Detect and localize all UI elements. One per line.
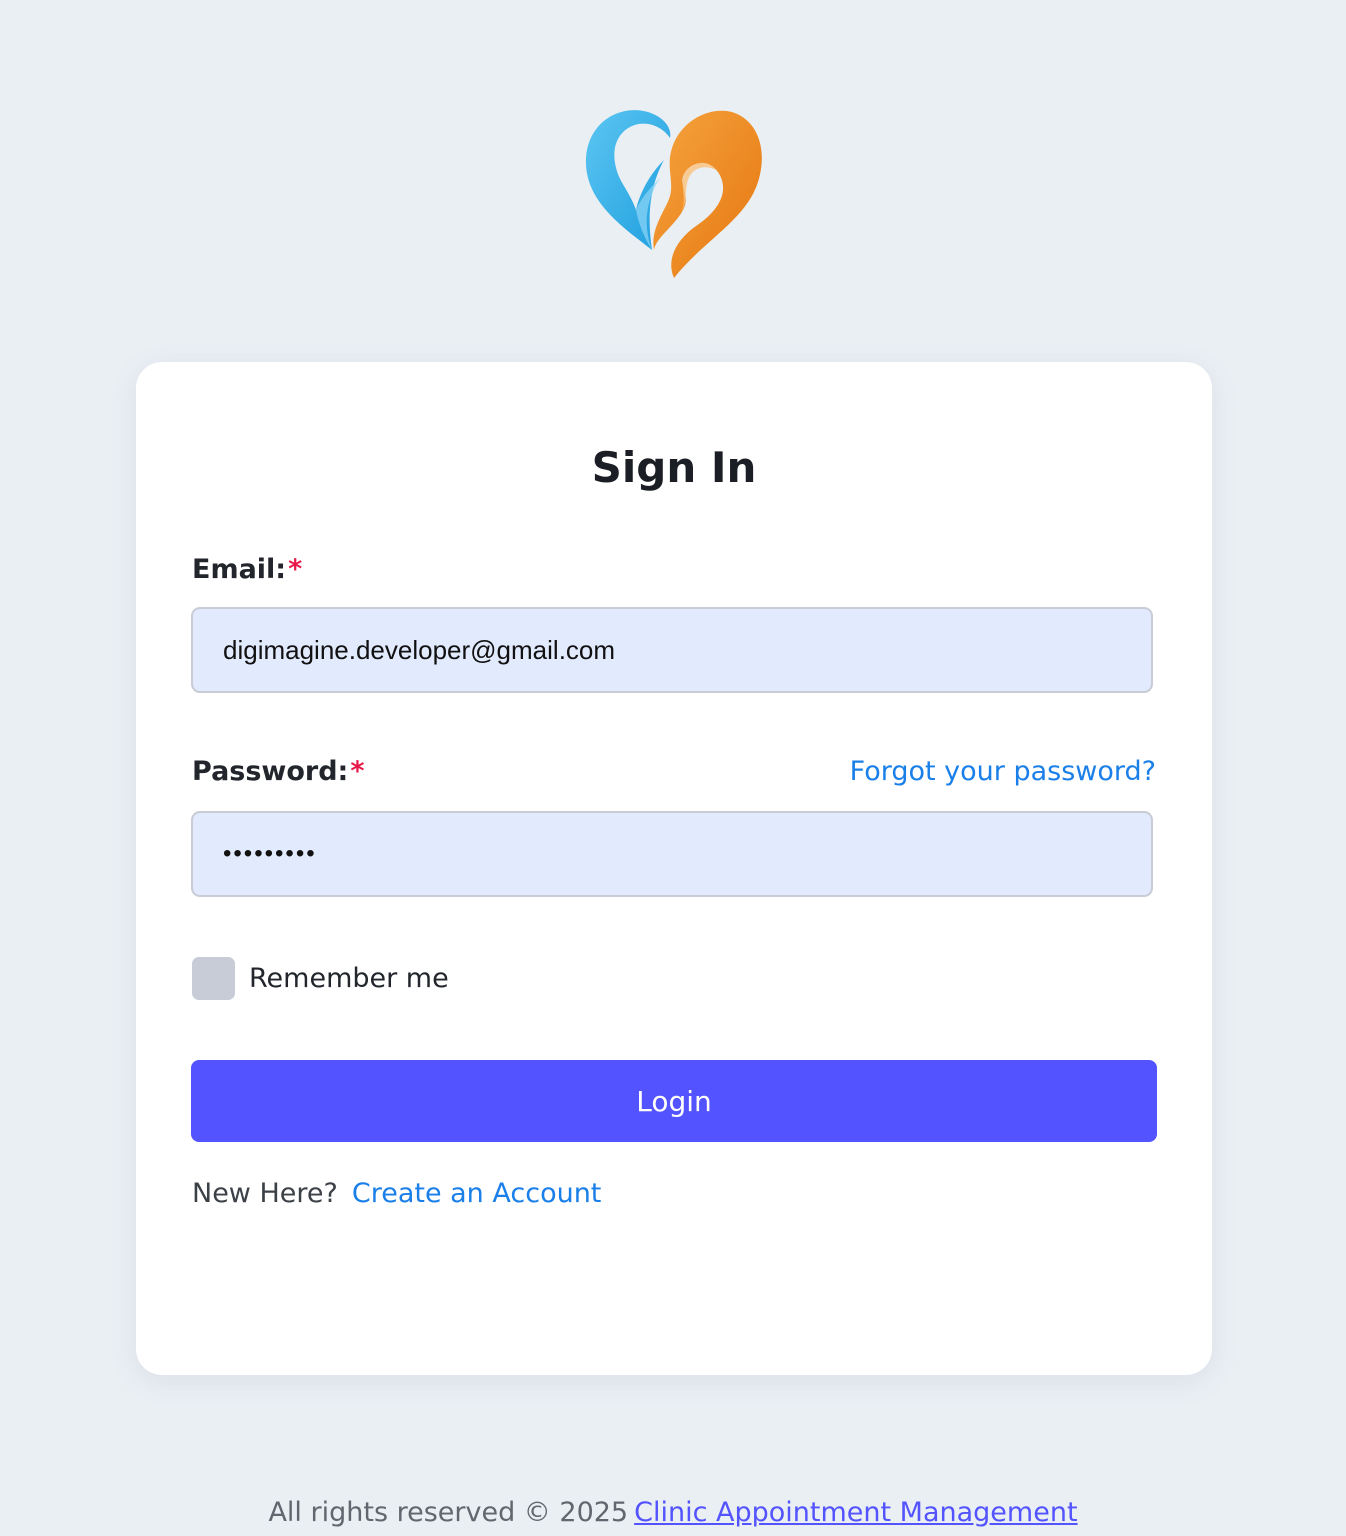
email-label-text: Email: (192, 554, 287, 585)
email-label: Email:* (192, 552, 302, 588)
brand-link[interactable]: Clinic Appointment Management (634, 1497, 1077, 1528)
sign-in-card: Sign In Email:* Password:* Forgot your p… (136, 362, 1212, 1375)
password-label-text: Password: (192, 756, 349, 787)
new-here-text: New Here? (192, 1178, 338, 1209)
login-button[interactable]: Login (191, 1060, 1157, 1142)
page-title: Sign In (591, 443, 757, 492)
forgot-password-link[interactable]: Forgot your password? (850, 754, 1156, 790)
footer: All rights reserved © 2025 Clinic Appoint… (0, 1494, 1346, 1532)
required-marker: * (288, 554, 303, 585)
copyright-text: All rights reserved © 2025 (268, 1497, 629, 1528)
heart-logo-icon (580, 100, 768, 282)
email-field[interactable] (191, 607, 1153, 693)
required-marker: * (350, 756, 365, 787)
password-label: Password:* (192, 754, 364, 790)
signup-prompt: New Here? Create an Account (192, 1176, 601, 1212)
remember-me: Remember me (192, 956, 449, 1000)
remember-me-label: Remember me (249, 962, 449, 994)
create-account-link[interactable]: Create an Account (352, 1178, 602, 1209)
password-field[interactable]: ••••••••• (191, 811, 1153, 897)
remember-me-checkbox[interactable] (192, 956, 235, 1000)
password-value: ••••••••• (223, 840, 317, 867)
